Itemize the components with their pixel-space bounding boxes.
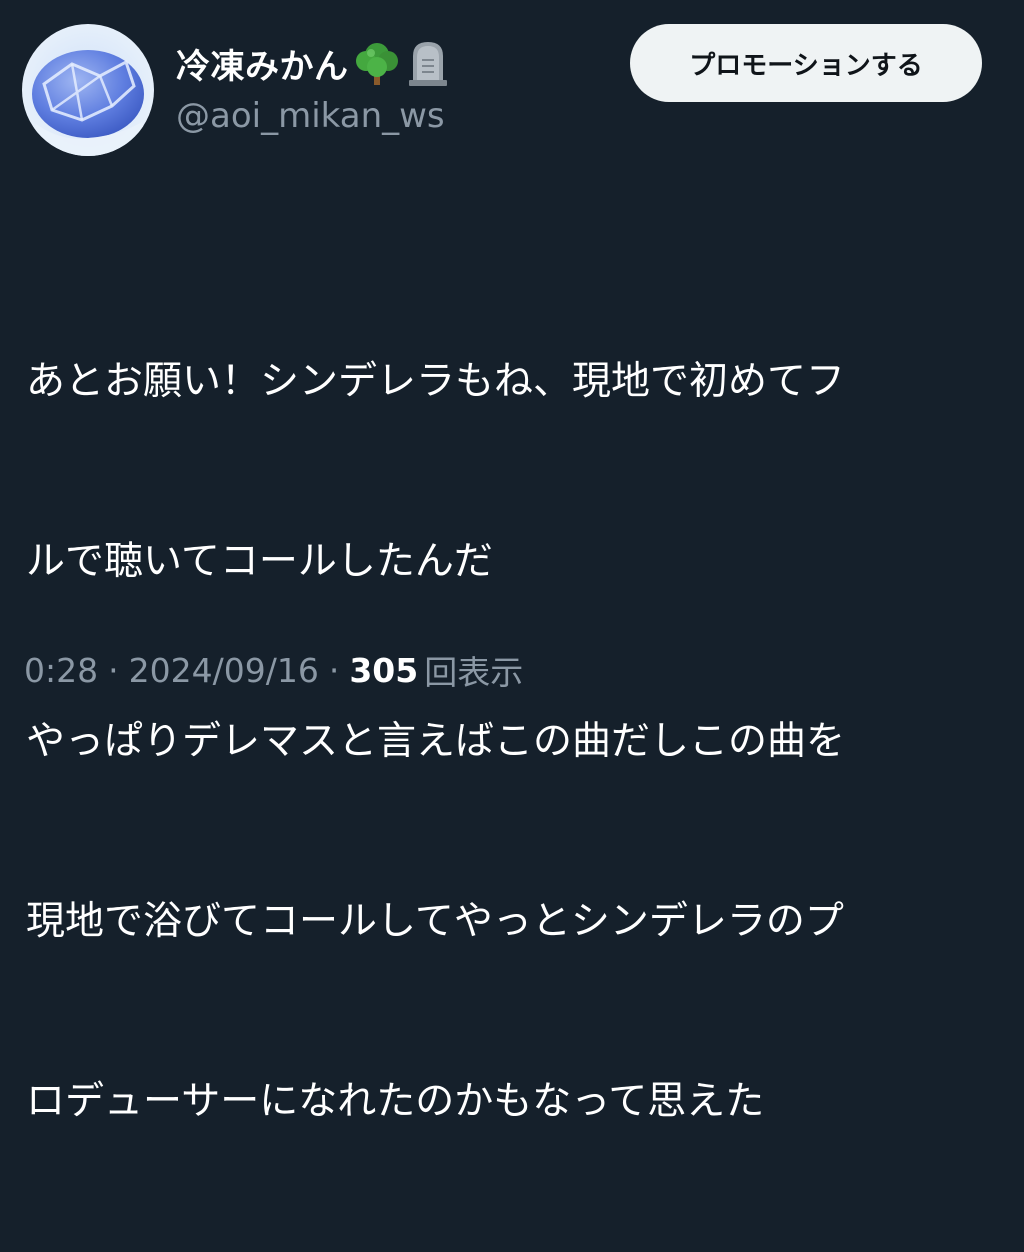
meta-separator: · — [108, 650, 119, 690]
tweet-meta: 0:28 · 2024/09/16 · 305 回表示 — [24, 642, 523, 698]
tweet-text-line: あとお願い！シンデレラもね、現地で初めてフ — [26, 359, 846, 404]
tweet-text-line: やっぱりデレマスと言えばこの曲だしこの曲を — [26, 719, 846, 764]
author-display-name[interactable]: 冷凍みかん — [176, 39, 349, 88]
avatar-image — [22, 24, 154, 156]
tweet-text-line: 現地で浴びてコールしてやっとシンデレラのプ — [26, 899, 844, 944]
tweet-time[interactable]: 0:28 — [24, 651, 98, 690]
author-name-row[interactable]: 冷凍みかん — [176, 32, 451, 94]
views-count[interactable]: 305 — [349, 651, 418, 690]
views-label: 回表示 — [424, 653, 524, 692]
tweet-text: あとお願い！シンデレラもね、現地で初めてフ ルで聴いてコールしたんだ やっぱりデ… — [26, 232, 1006, 1252]
tweet-card: 冷凍みかん @aoi_mikan_ws プロモーションする あとお願い！シンデレ… — [0, 0, 1024, 1124]
avatar[interactable] — [22, 24, 154, 156]
promote-button[interactable]: プロモーションする — [630, 24, 982, 102]
tweet-text-line: ロデューサーになれたのかもなって思えた — [26, 1079, 765, 1124]
tweet-date[interactable]: 2024/09/16 — [129, 651, 319, 690]
tombstone-emoji-icon — [405, 38, 451, 88]
meta-separator: · — [328, 650, 340, 690]
tree-emoji-icon — [355, 39, 399, 87]
author-handle[interactable]: @aoi_mikan_ws — [176, 96, 445, 136]
tweet-text-line: ルで聴いてコールしたんだ — [26, 539, 493, 584]
